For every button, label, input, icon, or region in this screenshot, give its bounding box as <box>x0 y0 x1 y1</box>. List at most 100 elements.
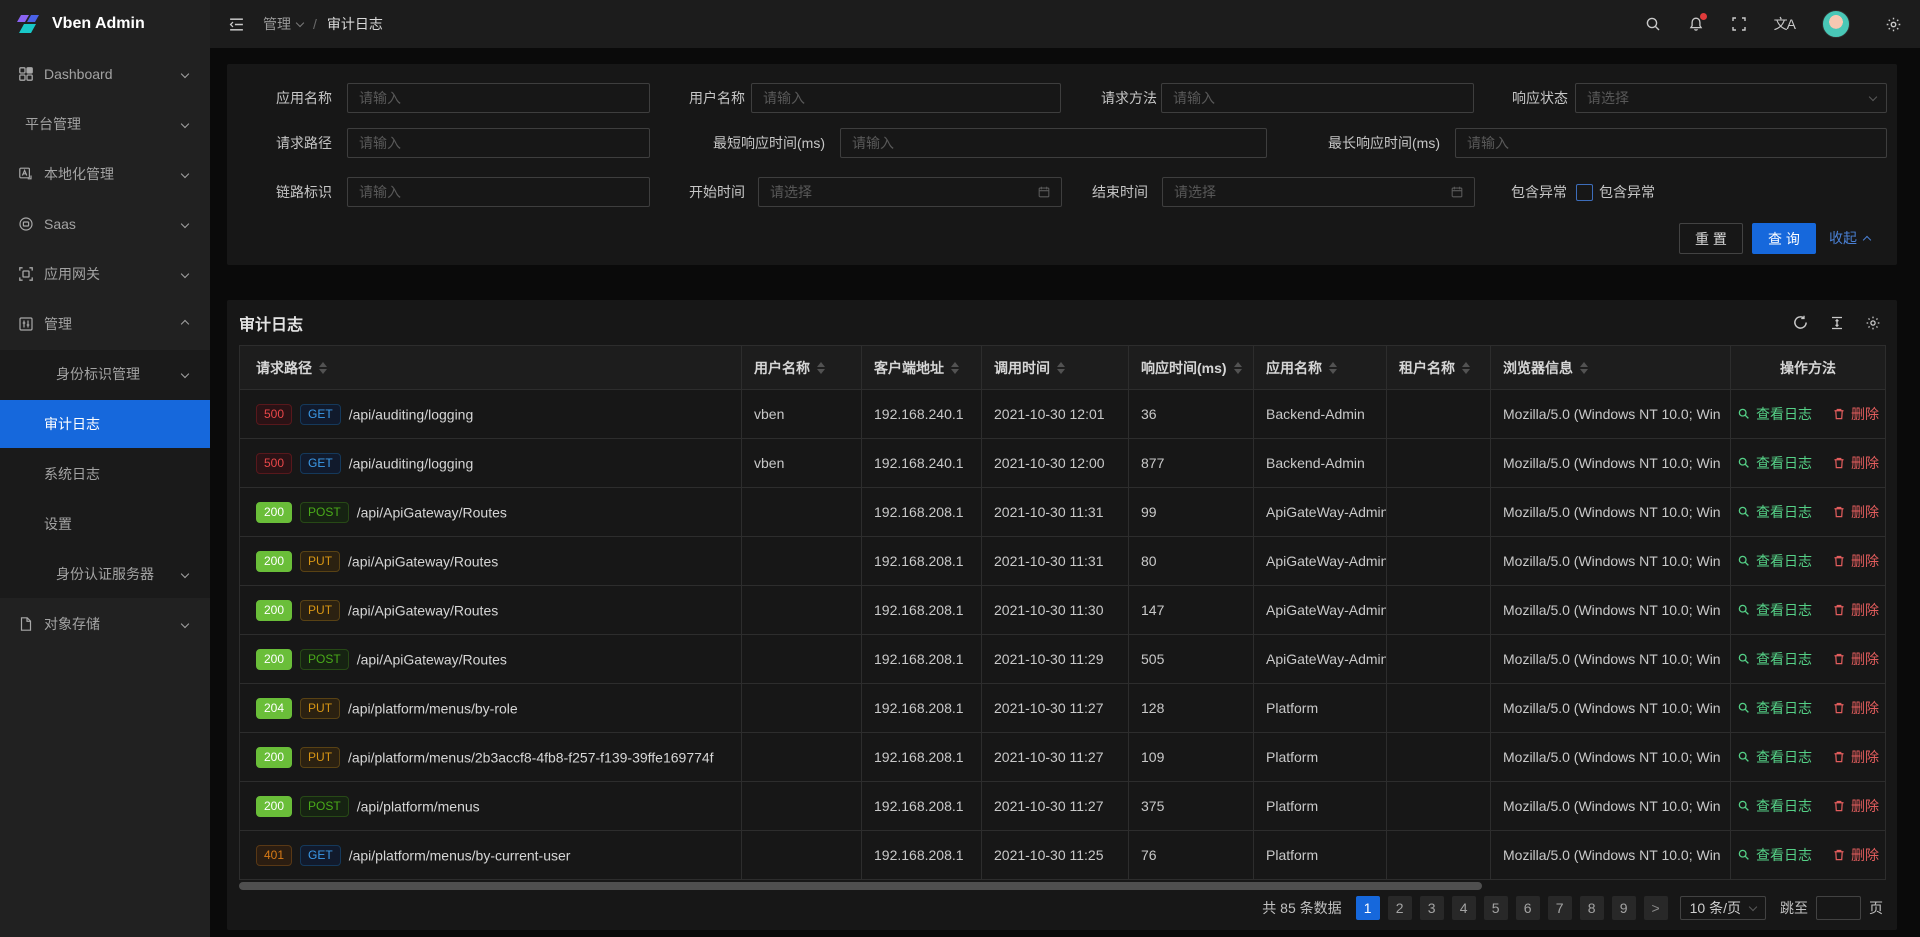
sidebar-item-system-log[interactable]: 系统日志 <box>0 450 210 498</box>
delete-link[interactable]: 删除 <box>1832 600 1879 620</box>
row-actions: 查看日志删除 <box>1743 747 1873 767</box>
page-button-9[interactable]: 9 <box>1612 896 1636 920</box>
view-log-link[interactable]: 查看日志 <box>1737 649 1812 669</box>
delete-link[interactable]: 删除 <box>1832 796 1879 816</box>
delete-link[interactable]: 删除 <box>1832 404 1879 424</box>
sidebar-item-auth-server[interactable]: 身份认证服务器 <box>0 550 210 598</box>
delete-link[interactable]: 删除 <box>1832 551 1879 571</box>
user-avatar[interactable] <box>1822 10 1850 38</box>
page-size-select[interactable]: 10 条/页 <box>1680 896 1766 920</box>
view-log-link[interactable]: 查看日志 <box>1737 404 1812 424</box>
sidebar-item-audit-log[interactable]: 审计日志 <box>0 400 210 448</box>
menu-fold-icon[interactable] <box>228 16 245 33</box>
delete-link[interactable]: 删除 <box>1832 747 1879 767</box>
page-button-2[interactable]: 2 <box>1388 896 1412 920</box>
column-header-client[interactable]: 客户端地址 <box>862 346 982 390</box>
column-header-tenant[interactable]: 租户名称 <box>1387 346 1491 390</box>
delete-link[interactable]: 删除 <box>1832 453 1879 473</box>
chevron-down-icon <box>181 120 189 128</box>
view-log-link[interactable]: 查看日志 <box>1737 747 1812 767</box>
sidebar-item-app-gateway[interactable]: 应用网关 <box>0 250 210 298</box>
view-log-link[interactable]: 查看日志 <box>1737 698 1812 718</box>
page-button-7[interactable]: 7 <box>1548 896 1572 920</box>
page-button-3[interactable]: 3 <box>1420 896 1444 920</box>
delete-link[interactable]: 删除 <box>1832 698 1879 718</box>
notification-dot <box>1700 13 1707 20</box>
collapse-link[interactable]: 收起 <box>1829 223 1870 254</box>
settings-gear-icon[interactable] <box>1885 16 1902 33</box>
delete-link[interactable]: 删除 <box>1832 845 1879 865</box>
status-select[interactable]: 请选择 <box>1575 83 1887 113</box>
reset-button[interactable]: 重 置 <box>1679 223 1743 254</box>
delete-link[interactable]: 删除 <box>1832 502 1879 522</box>
translate-icon[interactable]: 文A <box>1774 14 1795 34</box>
logo-icon <box>16 11 42 37</box>
column-header-path[interactable]: 请求路径 <box>240 346 742 390</box>
cell-app-name: Backend-Admin <box>1254 439 1387 488</box>
jump-page-input[interactable] <box>1816 896 1861 920</box>
sidebar-item-object-storage[interactable]: 对象存储 <box>0 600 210 648</box>
max-time-input[interactable] <box>1456 129 1886 157</box>
cell-call-time: 2021-10-30 11:30 <box>982 586 1129 635</box>
chevron-down-icon <box>181 220 189 228</box>
sidebar-item-saas[interactable]: Saas <box>0 200 210 248</box>
column-header-duration[interactable]: 响应时间(ms) <box>1129 346 1254 390</box>
column-header-user[interactable]: 用户名称 <box>742 346 862 390</box>
cell-tenant <box>1387 635 1491 684</box>
next-page-button[interactable]: > <box>1644 896 1668 920</box>
page-button-1[interactable]: 1 <box>1356 896 1380 920</box>
cell-user <box>742 733 862 782</box>
cell-user <box>742 635 862 684</box>
column-header-inner: 用户名称 <box>754 358 849 378</box>
sidebar-item-localization-management[interactable]: 本地化管理 <box>0 150 210 198</box>
view-log-link[interactable]: 查看日志 <box>1737 453 1812 473</box>
view-log-link[interactable]: 查看日志 <box>1737 600 1812 620</box>
gateway-icon <box>18 266 34 282</box>
delete-link[interactable]: 删除 <box>1832 649 1879 669</box>
sort-caret-up <box>817 362 825 367</box>
cell-response-time: 128 <box>1129 684 1254 733</box>
request-path: /api/ApiGateway/Routes <box>357 504 507 520</box>
cell-browser-info: Mozilla/5.0 (Windows NT 10.0; Win <box>1491 439 1731 488</box>
column-header-time[interactable]: 调用时间 <box>982 346 1129 390</box>
breadcrumb-parent[interactable]: 管理 <box>263 14 303 34</box>
header-actions: 文A <box>1645 10 1902 38</box>
breadcrumb-parent-label: 管理 <box>263 14 291 34</box>
exception-checkbox[interactable] <box>1576 184 1593 201</box>
sort-caret-down <box>1462 369 1470 374</box>
view-log-link[interactable]: 查看日志 <box>1737 502 1812 522</box>
page-button-8[interactable]: 8 <box>1580 896 1604 920</box>
min-time-input[interactable] <box>841 129 1266 157</box>
horizontal-scrollbar[interactable] <box>239 882 1482 890</box>
sidebar-item-settings[interactable]: 设置 <box>0 500 210 548</box>
path-input[interactable] <box>348 129 649 157</box>
view-log-link[interactable]: 查看日志 <box>1737 551 1812 571</box>
cell-app-name: Platform <box>1254 733 1387 782</box>
app-logo[interactable]: Vben Admin <box>0 0 210 48</box>
page-button-5[interactable]: 5 <box>1484 896 1508 920</box>
page-button-6[interactable]: 6 <box>1516 896 1540 920</box>
cell-call-time: 2021-10-30 11:31 <box>982 488 1129 537</box>
view-log-link[interactable]: 查看日志 <box>1737 845 1812 865</box>
sidebar-item-management[interactable]: 管理 <box>0 300 210 348</box>
row-height-icon[interactable] <box>1829 315 1845 331</box>
view-log-link[interactable]: 查看日志 <box>1737 796 1812 816</box>
query-button[interactable]: 查 询 <box>1752 223 1816 254</box>
manage-icon <box>18 316 34 332</box>
page-button-4[interactable]: 4 <box>1452 896 1476 920</box>
fullscreen-icon[interactable] <box>1731 16 1747 32</box>
refresh-icon[interactable] <box>1792 314 1809 331</box>
sort-caret-down <box>1057 369 1065 374</box>
column-settings-gear-icon[interactable] <box>1865 315 1881 331</box>
notification-bell-icon[interactable] <box>1688 16 1704 32</box>
sidebar-item-dashboard[interactable]: Dashboard <box>0 50 210 98</box>
sidebar-item-identity-management[interactable]: 身份标识管理 <box>0 350 210 398</box>
column-header-browser[interactable]: 浏览器信息 <box>1491 346 1731 390</box>
column-header-app[interactable]: 应用名称 <box>1254 346 1387 390</box>
sidebar-item-platform-management[interactable]: 平台管理 <box>0 100 210 148</box>
delete-label: 删除 <box>1851 600 1879 620</box>
table-row: 200PUT/api/ApiGateway/Routes192.168.208.… <box>240 586 1886 635</box>
status-tag: 200 <box>256 796 292 817</box>
cell-browser-info: Mozilla/5.0 (Windows NT 10.0; Win <box>1491 831 1731 880</box>
search-icon[interactable] <box>1645 16 1661 32</box>
